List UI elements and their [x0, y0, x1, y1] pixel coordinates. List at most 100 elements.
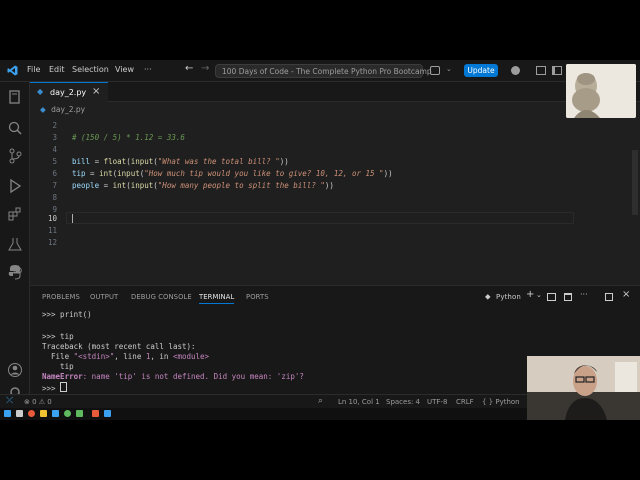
chevron-down-icon[interactable]: ⌄: [446, 65, 452, 73]
line-number: 11: [47, 226, 57, 235]
line-number: 5: [52, 157, 57, 166]
code-fn: int: [112, 181, 127, 190]
code-fn: input: [117, 169, 140, 178]
terminal-prompt[interactable]: >>>: [42, 382, 68, 393]
start-icon[interactable]: [4, 410, 11, 417]
code-line-tip: tip = int(input("How much tip would you …: [72, 169, 393, 178]
taskbar-app-icon[interactable]: [104, 410, 111, 417]
line-number: 2: [52, 121, 57, 130]
tab-debug-console[interactable]: DEBUG CONSOLE: [131, 293, 192, 301]
line-number: 7: [52, 181, 57, 190]
new-terminal-icon[interactable]: +: [526, 289, 534, 300]
extensions-icon[interactable]: [7, 206, 23, 222]
editor-scrollbar[interactable]: [632, 150, 638, 215]
split-terminal-icon[interactable]: [547, 293, 556, 301]
tb-text: , in: [150, 352, 173, 361]
tab-close-icon[interactable]: ×: [92, 86, 100, 97]
line-number: 12: [47, 238, 57, 247]
tb-file: "<stdin>": [73, 352, 115, 361]
line-number: 4: [52, 145, 57, 154]
tab-label: day_2.py: [50, 88, 87, 97]
explorer-icon[interactable]: [7, 90, 23, 106]
terminal-line: File "<stdin>", line 1, in <module>: [42, 352, 209, 361]
terminal-shell-label[interactable]: Python: [496, 293, 521, 301]
taskbar-app-icon[interactable]: [64, 410, 71, 417]
python-file-icon: ◆: [37, 87, 44, 96]
tab-problems[interactable]: PROBLEMS: [42, 293, 80, 301]
taskbar-app-icon[interactable]: [52, 410, 59, 417]
status-language[interactable]: { } Python: [482, 398, 520, 406]
code-op: =: [90, 157, 104, 166]
terminal-dropdown-icon[interactable]: ⌄: [536, 291, 542, 299]
terminal-line: >>> tip: [42, 332, 74, 341]
taskbar-app-icon[interactable]: [92, 410, 99, 417]
toggle-sidebar-icon[interactable]: [552, 66, 562, 75]
activity-bar: [0, 82, 30, 397]
back-arrow-icon[interactable]: ←: [185, 63, 193, 74]
taskbar-app-icon[interactable]: [40, 410, 47, 417]
prompt-text: >>>: [42, 384, 61, 393]
tab-output[interactable]: OUTPUT: [90, 293, 118, 301]
tab-day-2-py[interactable]: ◆ day_2.py ×: [30, 82, 108, 102]
remote-icon[interactable]: ⤫: [6, 396, 13, 406]
account-avatar-icon[interactable]: [7, 362, 23, 378]
close-panel-icon[interactable]: ×: [622, 289, 630, 300]
code-line-comment: # (150 / 5) * 1.12 = 33.6: [72, 133, 185, 142]
copilot-icon[interactable]: [430, 66, 440, 75]
current-line-highlight: [66, 212, 574, 224]
command-center-search[interactable]: 100 Days of Code - The Complete Python P…: [215, 64, 432, 78]
account-icon[interactable]: [511, 66, 520, 75]
status-encoding[interactable]: UTF-8: [427, 398, 447, 406]
status-spaces[interactable]: Spaces: 4: [386, 398, 420, 406]
kill-terminal-icon[interactable]: [564, 293, 572, 301]
code-var: people: [72, 181, 100, 190]
code-string: "How much tip would you like to give? 10…: [144, 169, 384, 178]
command-center-label: 100 Days of Code - The Complete Python P…: [222, 67, 432, 76]
layout-icon[interactable]: [536, 66, 546, 75]
taskbar-app-icon[interactable]: [28, 410, 35, 417]
tab-terminal[interactable]: TERMINAL: [199, 293, 235, 304]
menu-more[interactable]: ···: [144, 65, 152, 74]
status-position[interactable]: Ln 10, Col 1: [338, 398, 380, 406]
code-fn: input: [130, 157, 154, 166]
forward-arrow-icon[interactable]: →: [201, 63, 209, 74]
menu-file[interactable]: File: [27, 65, 40, 74]
editor-area[interactable]: [30, 118, 640, 284]
zoom-search-icon[interactable]: ⌕: [318, 396, 323, 406]
code-fn: input: [130, 181, 154, 190]
code-var: tip: [72, 169, 86, 178]
code-paren: )): [279, 157, 289, 166]
line-number-active: 10: [47, 214, 57, 223]
more-actions-icon[interactable]: ···: [580, 290, 588, 299]
maximize-panel-icon[interactable]: [605, 293, 613, 301]
aristotle-quote-image: [566, 64, 636, 118]
taskbar-app-icon[interactable]: [16, 410, 23, 417]
editor-tab-bar: ◆ day_2.py ×: [30, 82, 640, 102]
code-op: =: [85, 169, 100, 178]
menu-selection[interactable]: Selection: [72, 65, 109, 74]
terminal-line: NameError: name 'tip' is not defined. Di…: [42, 372, 304, 381]
line-number: 8: [52, 193, 57, 202]
search-icon[interactable]: [7, 120, 23, 136]
breadcrumb-file[interactable]: day_2.py: [51, 105, 85, 114]
code-paren: )): [383, 169, 393, 178]
settings-gear-icon[interactable]: [7, 386, 23, 397]
tab-ports[interactable]: PORTS: [246, 293, 269, 301]
update-button[interactable]: Update: [464, 64, 498, 77]
breadcrumb[interactable]: ◆ day_2.py: [40, 105, 85, 114]
status-eol[interactable]: CRLF: [456, 398, 474, 406]
line-number: 9: [52, 205, 57, 214]
python-icon[interactable]: [7, 264, 23, 280]
tb-module: <module>: [172, 352, 210, 361]
terminal-line: tip: [42, 362, 74, 371]
menu-edit[interactable]: Edit: [49, 65, 65, 74]
code-paren: )): [324, 181, 334, 190]
taskbar-app-icon[interactable]: [76, 410, 83, 417]
source-control-icon[interactable]: [7, 148, 23, 164]
status-problems[interactable]: ⊗ 0 ⚠ 0: [24, 398, 52, 406]
testing-icon[interactable]: [7, 236, 23, 252]
menu-view[interactable]: View: [115, 65, 134, 74]
tb-text: File: [42, 352, 74, 361]
run-debug-icon[interactable]: [7, 178, 23, 194]
code-string: "How many people to split the bill? ": [157, 181, 325, 190]
